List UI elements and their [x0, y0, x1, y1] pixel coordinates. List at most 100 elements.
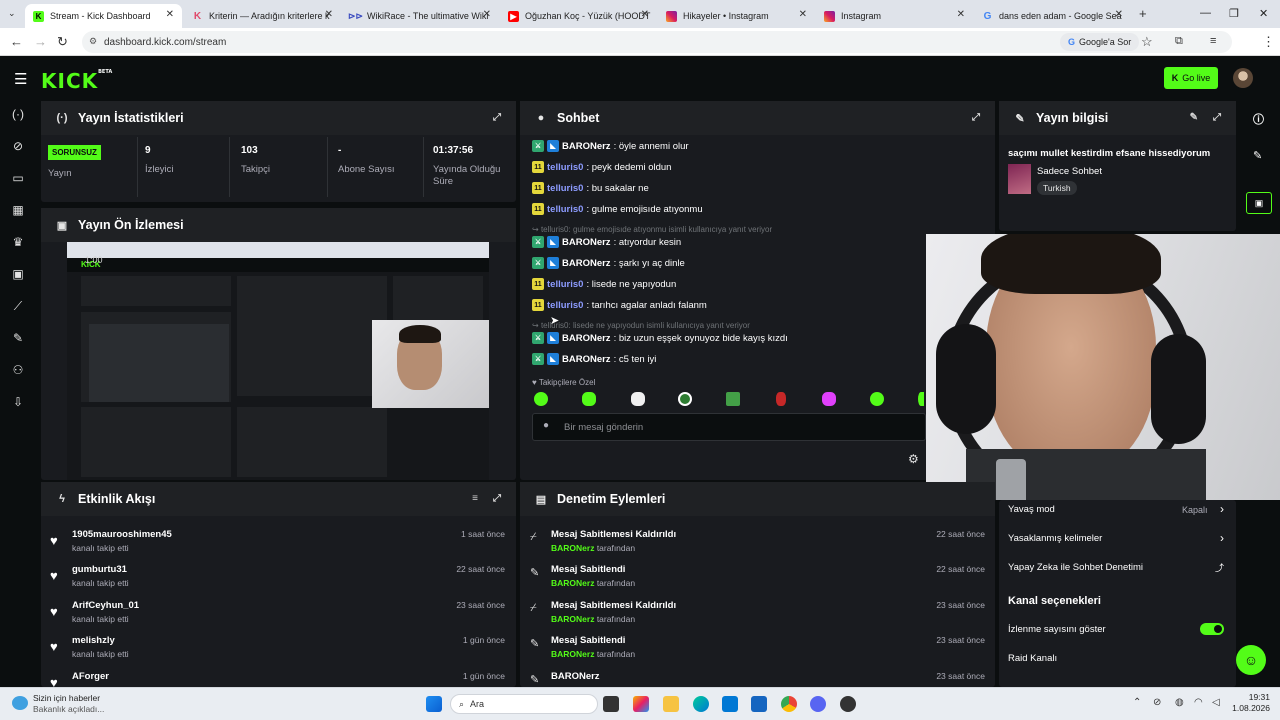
chat-username[interactable]: BARONerz — [562, 258, 611, 269]
windows-start-icon[interactable] — [426, 696, 442, 712]
tab-google[interactable]: G dans eden adam - Google Sea ✕ — [974, 4, 1131, 28]
browser-menu-icon[interactable]: ⋮ — [1262, 35, 1275, 48]
window-icon[interactable]: ▭ — [11, 171, 25, 185]
raid-channel-row[interactable]: Raid Kanalı — [1008, 653, 1224, 664]
emote-icon[interactable] — [776, 392, 786, 406]
upload-icon[interactable]: ⇩ — [11, 395, 25, 409]
activity-username[interactable]: 1905maurooshimen45 — [72, 529, 172, 540]
emote-icon[interactable] — [870, 392, 884, 406]
category-name[interactable]: Sadece Sohbet — [1037, 166, 1102, 177]
chat-username[interactable]: telluris0 — [547, 183, 583, 194]
google-sor-button[interactable]: G Google'a Sor — [1060, 33, 1140, 51]
emote-icon[interactable] — [678, 392, 692, 406]
wrench-icon[interactable]: ✎ — [11, 331, 25, 345]
video-icon[interactable]: ▣ — [11, 267, 25, 281]
clock[interactable]: 19:31 1.08.2026 — [1228, 692, 1270, 714]
maximize-button[interactable]: ❐ — [1229, 7, 1239, 20]
news-widget[interactable]: Sizin için haberler Bakanlık açıkladı... — [33, 693, 104, 715]
edit-pencil-icon[interactable]: ✎ — [1190, 112, 1198, 123]
show-viewers-toggle[interactable] — [1200, 623, 1224, 635]
media-control-icon[interactable]: ≡ — [1210, 35, 1216, 48]
edit-pencil-icon[interactable]: ✎ — [1253, 149, 1262, 162]
forward-button[interactable]: → — [34, 35, 47, 48]
kick-logo[interactable]: KICKBETA — [41, 69, 112, 93]
tab-youtube[interactable]: ▶ Oğuzhan Koç - Yüzük (HOODT ✕ — [500, 4, 657, 28]
discord-icon[interactable] — [810, 696, 826, 712]
close-icon[interactable]: ✕ — [483, 9, 491, 20]
popout-icon[interactable]: ⤢ — [972, 112, 980, 123]
emote-icon[interactable] — [726, 392, 740, 406]
filter-icon[interactable]: ≡ — [472, 493, 478, 504]
outlook-icon[interactable] — [751, 696, 767, 712]
chrome-icon[interactable] — [781, 696, 797, 712]
popout-icon[interactable]: ⤢ — [1213, 112, 1221, 123]
app-icon[interactable] — [840, 696, 856, 712]
microphone-icon[interactable]: ◍ — [1175, 697, 1184, 708]
emote-icon[interactable] — [822, 392, 836, 406]
info-icon[interactable]: ⓘ — [1253, 111, 1264, 127]
volume-icon[interactable]: ◁ — [1212, 697, 1220, 708]
network-icon[interactable]: ⊘ — [1153, 697, 1161, 708]
close-icon[interactable]: ✕ — [166, 9, 174, 20]
chat-username[interactable]: BARONerz — [562, 333, 611, 344]
focus-mode-button[interactable]: ▣ — [1246, 192, 1272, 214]
weather-news-icon[interactable] — [12, 696, 28, 710]
reload-button[interactable]: ↻ — [57, 35, 68, 48]
site-info-icon[interactable]: ⚙ — [89, 36, 97, 47]
close-icon[interactable]: ✕ — [1115, 9, 1123, 20]
copilot-icon[interactable] — [633, 696, 649, 712]
store-icon[interactable] — [722, 696, 738, 712]
chat-settings-gear-icon[interactable]: ⚙ — [908, 452, 919, 466]
trophy-icon[interactable]: ♛ — [11, 235, 25, 249]
link-icon[interactable]: ⊘ — [11, 139, 25, 153]
close-icon[interactable]: ✕ — [957, 9, 965, 20]
stream-icon[interactable]: (·) — [11, 107, 25, 121]
tab-kick-dashboard[interactable]: K Stream - Kick Dashboard ✕ — [25, 4, 182, 28]
moderator-name[interactable]: BARONerz — [551, 649, 594, 659]
activity-username[interactable]: melishzly — [72, 635, 115, 646]
emoji-icon[interactable]: ● — [543, 420, 549, 431]
close-icon[interactable]: ✕ — [641, 9, 649, 20]
chat-username[interactable]: telluris0 — [547, 162, 583, 173]
chat-username[interactable]: BARONerz — [562, 141, 611, 152]
close-window-button[interactable]: ✕ — [1259, 7, 1268, 20]
moderator-name[interactable]: BARONerz — [551, 578, 594, 588]
close-icon[interactable]: ✕ — [325, 9, 333, 20]
task-view-icon[interactable] — [603, 696, 619, 712]
chat-username[interactable]: BARONerz — [562, 237, 611, 248]
activity-username[interactable]: AForger — [72, 671, 109, 682]
banned-words-row[interactable]: Yasaklanmış kelimeler › — [1008, 531, 1224, 545]
activity-username[interactable]: ArifCeyhun_01 — [72, 600, 139, 611]
popout-icon[interactable]: ⤢ — [493, 493, 501, 504]
moderator-name[interactable]: BARONerz — [551, 543, 594, 553]
back-button[interactable]: ← — [10, 35, 23, 48]
extensions-icon[interactable]: ⧉ — [1175, 35, 1183, 48]
taskbar-search[interactable]: ⌕ Ara — [450, 694, 598, 714]
close-icon[interactable]: ✕ — [799, 9, 807, 20]
tab-instagram-stories[interactable]: Hikayeler • Instagram ✕ — [658, 4, 815, 28]
emote-icon[interactable] — [582, 392, 596, 406]
chat-username[interactable]: telluris0 — [547, 300, 583, 311]
chat-username[interactable]: BARONerz — [562, 354, 611, 365]
tab-instagram[interactable]: Instagram ✕ — [816, 4, 973, 28]
chat-username[interactable]: telluris0 — [547, 204, 583, 215]
stream-preview-video[interactable]: KICK 1:00 — [67, 242, 489, 480]
go-live-button[interactable]: K Go live — [1164, 67, 1218, 89]
ai-moderation-row[interactable]: Yapay Zeka ile Sohbet Denetimi ⤴ — [1008, 561, 1224, 574]
help-chat-button[interactable]: ☺ — [1236, 645, 1266, 675]
new-tab-button[interactable]: + — [1139, 6, 1147, 21]
chat-username[interactable]: telluris0 — [547, 279, 583, 290]
popout-icon[interactable]: ⤢ — [493, 112, 501, 123]
slow-mode-row[interactable]: Yavaş mod Kapalı › — [1008, 502, 1224, 516]
users-icon[interactable]: ⚇ — [11, 363, 25, 377]
file-explorer-icon[interactable] — [663, 696, 679, 712]
moderator-name[interactable]: BARONerz — [551, 614, 594, 624]
tab-kriterin[interactable]: K Kriterin — Aradığın kriterlere k ✕ — [184, 4, 341, 28]
tab-wikirace[interactable]: ⊳⊳ WikiRace - The ultimative Wiki ✕ — [342, 4, 499, 28]
wifi-icon[interactable]: ◠ — [1194, 697, 1203, 708]
tab-search-icon[interactable]: ⌄ — [8, 8, 16, 19]
chat-input[interactable]: ● Bir mesaj gönderin — [532, 413, 926, 441]
emote-icon[interactable] — [918, 392, 924, 406]
analytics-icon[interactable]: ▦ — [11, 203, 25, 217]
minimize-button[interactable]: — — [1200, 7, 1211, 19]
